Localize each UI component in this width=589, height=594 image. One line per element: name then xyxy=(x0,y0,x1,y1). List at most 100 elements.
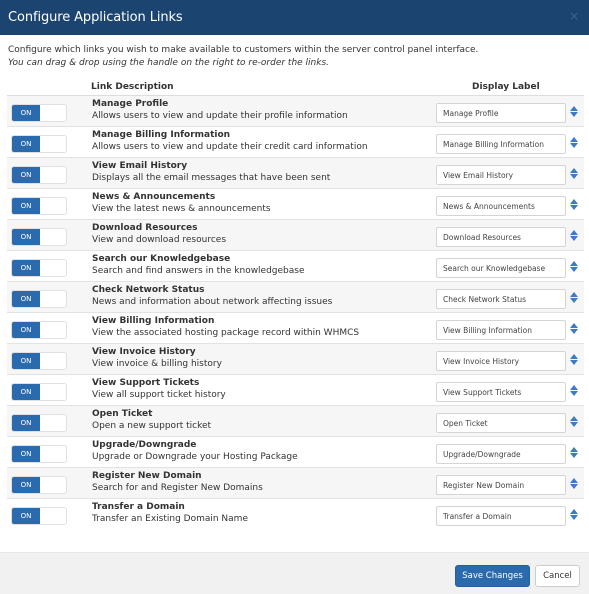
enable-toggle[interactable]: ON xyxy=(11,507,67,525)
link-title: View Support Tickets xyxy=(92,378,200,388)
enable-toggle[interactable]: ON xyxy=(11,383,67,401)
display-label-input[interactable] xyxy=(436,444,566,464)
drag-handle-icon[interactable] xyxy=(570,106,579,118)
arrow-down-icon xyxy=(570,236,578,241)
drag-handle-icon[interactable] xyxy=(570,168,579,180)
link-description: Upgrade/Downgrade Upgrade or Downgrade y… xyxy=(92,439,298,463)
link-description: Search our Knowledgebase Search and find… xyxy=(92,253,305,277)
cancel-button[interactable]: Cancel xyxy=(535,565,580,587)
close-icon[interactable]: × xyxy=(567,9,581,23)
drag-handle-icon[interactable] xyxy=(570,261,579,273)
arrow-down-icon xyxy=(570,112,578,117)
save-changes-button[interactable]: Save Changes xyxy=(455,565,530,587)
arrow-down-icon xyxy=(570,484,578,489)
drag-handle-icon[interactable] xyxy=(570,230,579,242)
display-label-input[interactable] xyxy=(436,506,566,526)
arrow-up-icon xyxy=(570,230,578,235)
arrow-up-icon xyxy=(570,354,578,359)
display-label-input[interactable] xyxy=(436,320,566,340)
drag-handle-icon[interactable] xyxy=(570,199,579,211)
drag-handle-icon[interactable] xyxy=(570,447,579,459)
display-label-input[interactable] xyxy=(436,289,566,309)
toggle-on-label: ON xyxy=(12,446,40,462)
link-description: Download Resources View and download res… xyxy=(92,222,226,246)
toggle-on-label: ON xyxy=(12,260,40,276)
enable-toggle[interactable]: ON xyxy=(11,352,67,370)
link-title: Transfer a Domain xyxy=(92,502,185,512)
link-row: ON Register New Domain Search for and Re… xyxy=(7,468,584,499)
drag-handle-icon[interactable] xyxy=(570,509,579,521)
display-label-input[interactable] xyxy=(436,258,566,278)
link-description: Manage Billing Information Allows users … xyxy=(92,129,368,153)
intro-hint: You can drag & drop using the handle on … xyxy=(8,58,330,68)
arrow-down-icon xyxy=(570,329,578,334)
link-row: ON Download Resources View and download … xyxy=(7,220,584,251)
toggle-on-label: ON xyxy=(12,198,40,214)
link-subtitle: Displays all the email messages that hav… xyxy=(92,173,331,183)
intro-description: Configure which links you wish to make a… xyxy=(8,45,479,55)
link-title: Open Ticket xyxy=(92,409,153,419)
enable-toggle[interactable]: ON xyxy=(11,476,67,494)
toggle-on-label: ON xyxy=(12,105,40,121)
enable-toggle[interactable]: ON xyxy=(11,414,67,432)
display-label-input[interactable] xyxy=(436,134,566,154)
display-label-input[interactable] xyxy=(436,165,566,185)
drag-handle-icon[interactable] xyxy=(570,478,579,490)
link-description: Check Network Status News and informatio… xyxy=(92,284,332,308)
drag-handle-icon[interactable] xyxy=(570,354,579,366)
link-title: View Email History xyxy=(92,161,188,171)
enable-toggle[interactable]: ON xyxy=(11,259,67,277)
link-title: Register New Domain xyxy=(92,471,202,481)
display-label-input[interactable] xyxy=(436,196,566,216)
link-subtitle: Allows users to view and update their cr… xyxy=(92,142,368,152)
modal-title: Configure Application Links xyxy=(8,10,183,25)
enable-toggle[interactable]: ON xyxy=(11,135,67,153)
toggle-on-label: ON xyxy=(12,415,40,431)
toggle-on-label: ON xyxy=(12,229,40,245)
link-subtitle: View the associated hosting package reco… xyxy=(92,328,360,338)
display-label-input[interactable] xyxy=(436,382,566,402)
link-subtitle: View invoice & billing history xyxy=(92,359,222,369)
arrow-down-icon xyxy=(570,267,578,272)
toggle-on-label: ON xyxy=(12,477,40,493)
link-subtitle: Search for and Register New Domains xyxy=(92,483,263,493)
link-subtitle: News and information about network affec… xyxy=(92,297,333,307)
link-subtitle: Search and find answers in the knowledge… xyxy=(92,266,305,276)
arrow-down-icon xyxy=(570,298,578,303)
enable-toggle[interactable]: ON xyxy=(11,166,67,184)
display-label-input[interactable] xyxy=(436,413,566,433)
drag-handle-icon[interactable] xyxy=(570,385,579,397)
table-header: Link Description Display Label xyxy=(7,80,584,96)
enable-toggle[interactable]: ON xyxy=(11,321,67,339)
arrow-down-icon xyxy=(570,391,578,396)
arrow-up-icon xyxy=(570,385,578,390)
display-label-input[interactable] xyxy=(436,227,566,247)
link-subtitle: Allows users to view and update their pr… xyxy=(92,111,348,121)
drag-handle-icon[interactable] xyxy=(570,292,579,304)
link-title: Upgrade/Downgrade xyxy=(92,440,197,450)
arrow-up-icon xyxy=(570,199,578,204)
modal-header: Configure Application Links × xyxy=(0,0,589,35)
enable-toggle[interactable]: ON xyxy=(11,228,67,246)
link-description: Manage Profile Allows users to view and … xyxy=(92,98,348,122)
toggle-on-label: ON xyxy=(12,167,40,183)
display-label-input[interactable] xyxy=(436,103,566,123)
link-description: View Billing Information View the associ… xyxy=(92,315,359,339)
link-description: View Support Tickets View all support ti… xyxy=(92,377,226,401)
enable-toggle[interactable]: ON xyxy=(11,104,67,122)
arrow-up-icon xyxy=(570,261,578,266)
link-subtitle: Transfer an Existing Domain Name xyxy=(92,514,248,524)
drag-handle-icon[interactable] xyxy=(570,323,579,335)
enable-toggle[interactable]: ON xyxy=(11,197,67,215)
link-title: Manage Profile xyxy=(92,99,169,109)
display-label-input[interactable] xyxy=(436,351,566,371)
drag-handle-icon[interactable] xyxy=(570,137,579,149)
drag-handle-icon[interactable] xyxy=(570,416,579,428)
enable-toggle[interactable]: ON xyxy=(11,290,67,308)
link-row: ON Open Ticket Open a new support ticket xyxy=(7,406,584,437)
display-label-input[interactable] xyxy=(436,475,566,495)
enable-toggle[interactable]: ON xyxy=(11,445,67,463)
arrow-up-icon xyxy=(570,416,578,421)
arrow-down-icon xyxy=(570,174,578,179)
link-subtitle: Upgrade or Downgrade your Hosting Packag… xyxy=(92,452,298,462)
